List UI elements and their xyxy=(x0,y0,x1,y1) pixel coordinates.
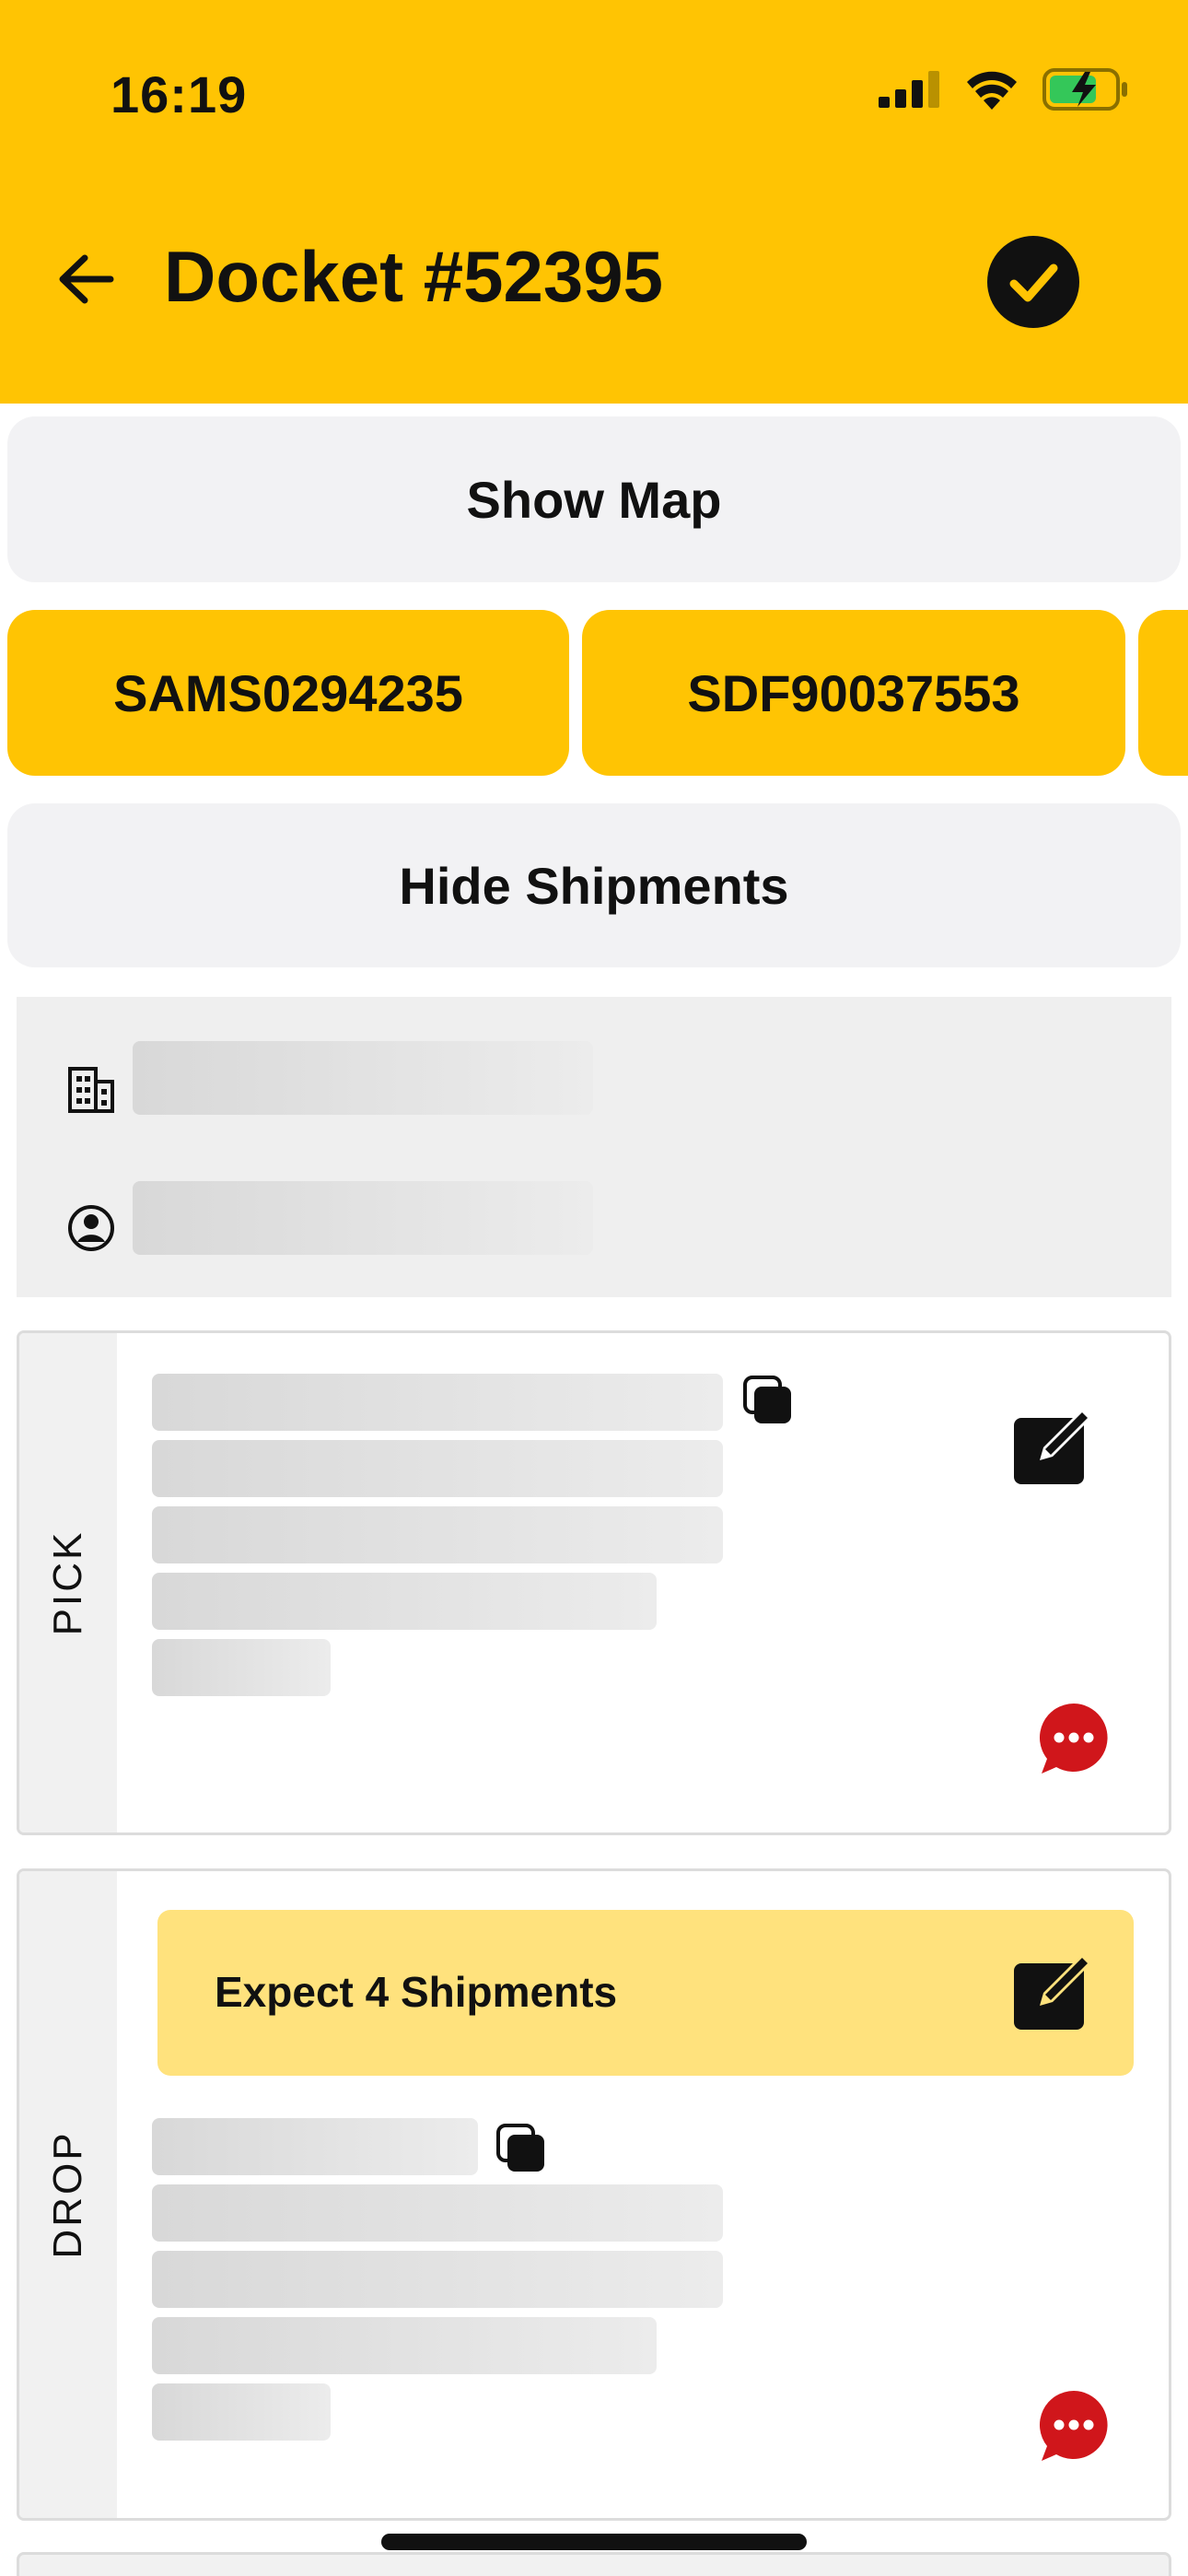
edit-icon[interactable] xyxy=(1010,1950,1093,2033)
customer-info xyxy=(17,997,1171,1297)
back-arrow-icon[interactable] xyxy=(53,247,118,311)
address-line-placeholder xyxy=(152,1440,723,1497)
show-map-label: Show Map xyxy=(466,470,722,529)
address-line-placeholder xyxy=(152,1506,723,1563)
page-title: Docket #52395 xyxy=(164,236,664,317)
contact-name-placeholder xyxy=(133,1181,593,1255)
home-indicator[interactable] xyxy=(381,2534,807,2550)
signal-icon xyxy=(879,71,939,108)
expect-shipments-text: Expect 4 Shipments xyxy=(215,1968,618,2016)
copy-icon[interactable] xyxy=(495,2122,548,2175)
hide-shipments-button[interactable]: Hide Shipments xyxy=(7,803,1181,967)
address-line-placeholder xyxy=(152,2184,723,2242)
check-circle-icon xyxy=(1009,263,1058,302)
building-icon xyxy=(68,1067,114,1113)
shipment-chip[interactable]: SDF90037553 xyxy=(582,610,1125,776)
address-line-placeholder xyxy=(152,2317,657,2374)
complete-button[interactable] xyxy=(987,236,1079,328)
hide-shipments-label: Hide Shipments xyxy=(399,856,789,915)
pick-label: PICK xyxy=(45,1529,90,1636)
address-line-placeholder xyxy=(152,1639,331,1696)
drop-card: DROP Expect 4 Shipments xyxy=(17,1868,1171,2521)
edit-icon[interactable] xyxy=(1010,1405,1093,1488)
company-name-placeholder xyxy=(133,1041,593,1115)
wifi-icon xyxy=(967,71,1017,110)
chat-icon[interactable] xyxy=(1036,2387,1112,2463)
shipment-chip-label: SAMS0294235 xyxy=(113,663,463,722)
copy-icon[interactable] xyxy=(741,1374,795,1427)
shipment-chip[interactable]: SAMS0294235 xyxy=(7,610,569,776)
address-line-placeholder xyxy=(152,2118,478,2175)
pick-side-label: PICK xyxy=(19,1333,117,1832)
shipment-chip-partial[interactable] xyxy=(1138,610,1188,776)
battery-icon xyxy=(1042,68,1127,111)
address-line-placeholder xyxy=(152,1374,723,1431)
shipment-chip-label: SDF90037553 xyxy=(687,663,1020,722)
show-map-button[interactable]: Show Map xyxy=(7,416,1181,582)
pick-card: PICK xyxy=(17,1330,1171,1835)
address-line-placeholder xyxy=(152,2251,723,2308)
status-icons xyxy=(879,68,1129,111)
address-line-placeholder xyxy=(152,2383,331,2441)
drop-label: DROP xyxy=(45,2130,90,2259)
next-card-edge xyxy=(17,2552,1171,2576)
status-time: 16:19 xyxy=(111,65,248,123)
app-header: 16:19 Docket #52395 xyxy=(0,0,1188,404)
chat-icon[interactable] xyxy=(1036,1700,1112,1775)
expect-shipments-banner[interactable]: Expect 4 Shipments xyxy=(157,1910,1134,2076)
drop-side-label: DROP xyxy=(19,1871,117,2518)
address-line-placeholder xyxy=(152,1573,657,1630)
user-circle-icon xyxy=(68,1205,114,1251)
